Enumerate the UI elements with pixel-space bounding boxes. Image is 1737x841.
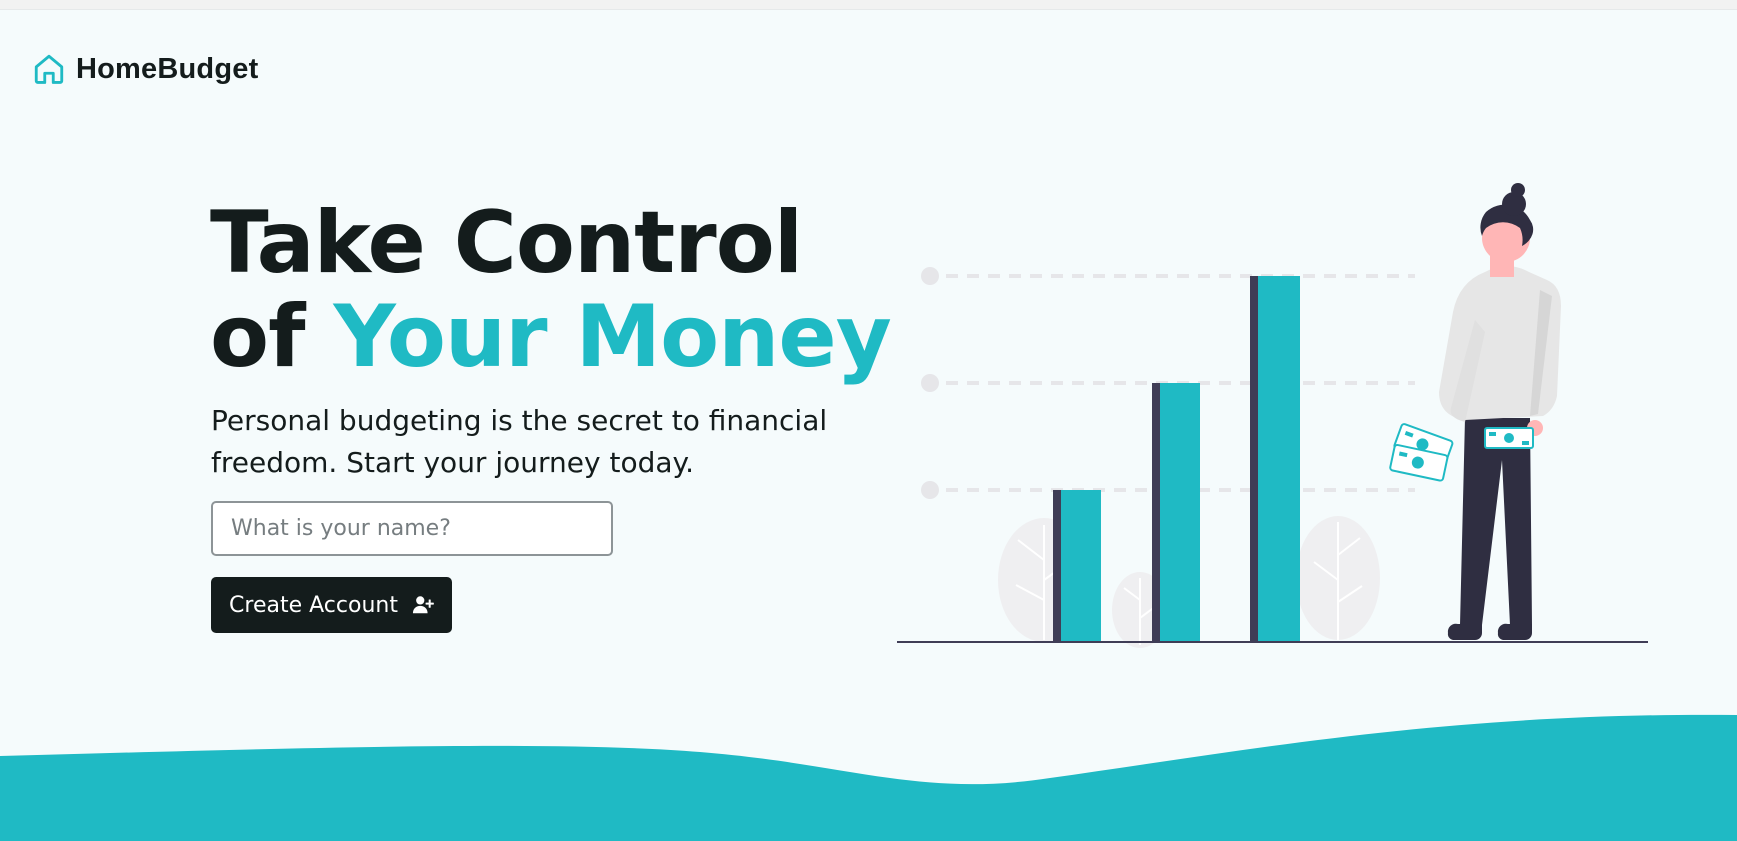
user-plus-icon — [412, 594, 434, 616]
name-input[interactable] — [211, 501, 613, 556]
hero-title-prefix: of — [210, 287, 334, 387]
hero-title: Take Control of Your Money — [210, 193, 892, 387]
brand-name: HomeBudget — [76, 52, 259, 85]
growth-bars — [1053, 276, 1300, 642]
woman-figure — [1431, 183, 1561, 640]
hero-title-line1: Take Control — [210, 193, 803, 293]
hero-title-accent: Your Money — [333, 287, 891, 387]
decorative-wave-footer — [0, 714, 1737, 841]
house-icon — [32, 52, 66, 86]
create-account-button[interactable]: Create Account — [211, 577, 452, 633]
create-account-label: Create Account — [229, 592, 398, 618]
brand-logo-link[interactable]: HomeBudget — [32, 52, 258, 86]
browser-top-strip — [0, 0, 1737, 10]
budget-growth-illustration — [897, 183, 1648, 648]
hero-subtitle: Personal budgeting is the secret to fina… — [211, 404, 828, 479]
